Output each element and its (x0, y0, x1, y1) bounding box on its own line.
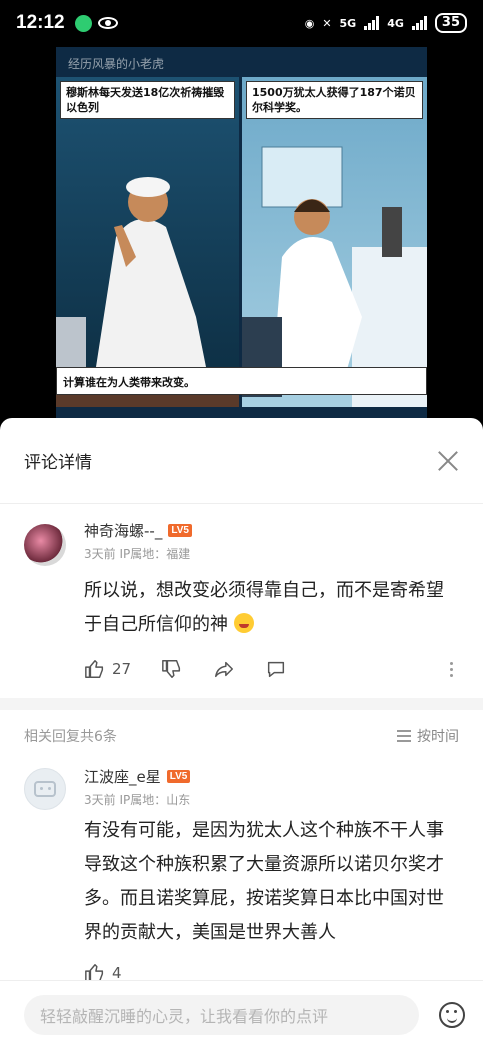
thumbs-up-icon (85, 660, 104, 678)
main-comment: 神奇海螺--_ LV5 3天前 IP属地：福建 所以说，想改变必须得靠自己，而不… (0, 520, 483, 682)
clock: 12:12 (16, 12, 65, 33)
left-caption: 穆斯林每天发送18亿次祈祷摧毁以色列 (60, 81, 235, 119)
share-arrow-icon (215, 661, 234, 678)
close-icon[interactable] (437, 450, 459, 472)
like-count: 27 (112, 660, 132, 678)
section-divider (0, 698, 483, 710)
level-badge: LV5 (166, 770, 191, 783)
sheet-header: 评论详情 (0, 418, 483, 504)
network-label-2: 4G (387, 16, 404, 30)
sort-label: 按时间 (417, 729, 459, 745)
reply-item: 江波座_e星 LV5 3天前 IP属地：山东 有没有可能，是因为犹太人这个种族不… (0, 766, 483, 986)
signal-icon (411, 16, 427, 30)
bottom-caption: 计算谁在为人类带来改变。 (56, 367, 427, 395)
laughing-emoji-icon (233, 613, 254, 633)
sheet-title: 评论详情 (24, 453, 92, 473)
right-caption: 1500万犹太人获得了187个诺贝尔科学奖。 (246, 81, 423, 119)
left-panel-illustration: 穆斯林每天发送18亿次祈祷摧毁以色列 (56, 77, 239, 407)
signal-icon (364, 16, 380, 30)
comment-text-content: 所以说，想改变必须得靠自己，而不是寄希望于自己所信仰的神 (84, 580, 444, 635)
ip-location: IP属地：福建 (119, 547, 191, 561)
replies-count: 相关回复共6条 (24, 729, 117, 745)
like-button[interactable]: 27 (84, 658, 131, 680)
username[interactable]: 神奇海螺--_ (84, 520, 162, 541)
emoji-picker-icon[interactable] (439, 1001, 465, 1028)
comment-meta: 3天前 IP属地：福建 (84, 545, 453, 562)
replies-header: 相关回复共6条 按时间 (0, 710, 483, 762)
eye-icon (97, 17, 118, 29)
comment-text: 所以说，想改变必须得靠自己，而不是寄希望于自己所信仰的神 (84, 574, 453, 642)
battery-indicator: 35 (434, 13, 467, 33)
level-badge: LV5 (168, 524, 192, 537)
ip-location: IP属地：山东 (119, 793, 191, 807)
avatar[interactable] (24, 768, 66, 810)
scientist-illustration (242, 146, 427, 407)
comment-text: 有没有可能，是因为犹太人这个种族不干人事导致这个种族积累了大量资源所以诺贝尔奖才… (84, 820, 444, 943)
right-panel-illustration: 1500万犹太人获得了187个诺贝尔科学奖。 (242, 77, 427, 407)
avatar[interactable] (24, 524, 66, 566)
username[interactable]: 江波座_e星 (84, 766, 161, 787)
comment-bubble-icon (268, 661, 285, 678)
sort-list-icon (397, 730, 411, 742)
dislike-button[interactable] (161, 658, 183, 680)
post-image[interactable]: 经历风暴的小老虎 穆斯林每天发送18亿次祈祷摧毁以色列 1500万犹太人获得了1… (56, 47, 427, 419)
praying-man-illustration (56, 177, 239, 407)
image-watermark: 经历风暴的小老虎 (68, 57, 165, 71)
comment-sheet: 评论详情 神奇海螺--_ LV5 3天前 IP属地：福建 所以说，想改变必须得靠… (0, 418, 483, 1048)
sort-button[interactable]: 按时间 (397, 726, 459, 746)
more-icon[interactable] (450, 661, 453, 677)
network-label-1: 5G (339, 16, 357, 30)
wechat-icon (74, 14, 92, 32)
comment-actions: 27 (84, 656, 453, 682)
comment-time: 3天前 (84, 793, 116, 807)
comment-meta: 3天前 IP属地：山东 (84, 791, 453, 808)
comment-time: 3天前 (84, 547, 116, 561)
thumbs-down-icon (162, 660, 181, 678)
reply-button[interactable] (265, 658, 287, 680)
alarm-icon: ◉ (304, 16, 315, 30)
comment-input[interactable]: 轻轻敲醒沉睡的心灵，让我看看你的点评 (24, 994, 419, 1035)
status-bar: 12:12 ◉ ✕ 5G 4G 35 (0, 0, 483, 46)
mute-icon: ✕ (322, 16, 332, 30)
default-avatar-icon (34, 781, 56, 797)
comment-input-bar: 轻轻敲醒沉睡的心灵，让我看看你的点评 (0, 980, 483, 1048)
share-button[interactable] (213, 658, 235, 680)
